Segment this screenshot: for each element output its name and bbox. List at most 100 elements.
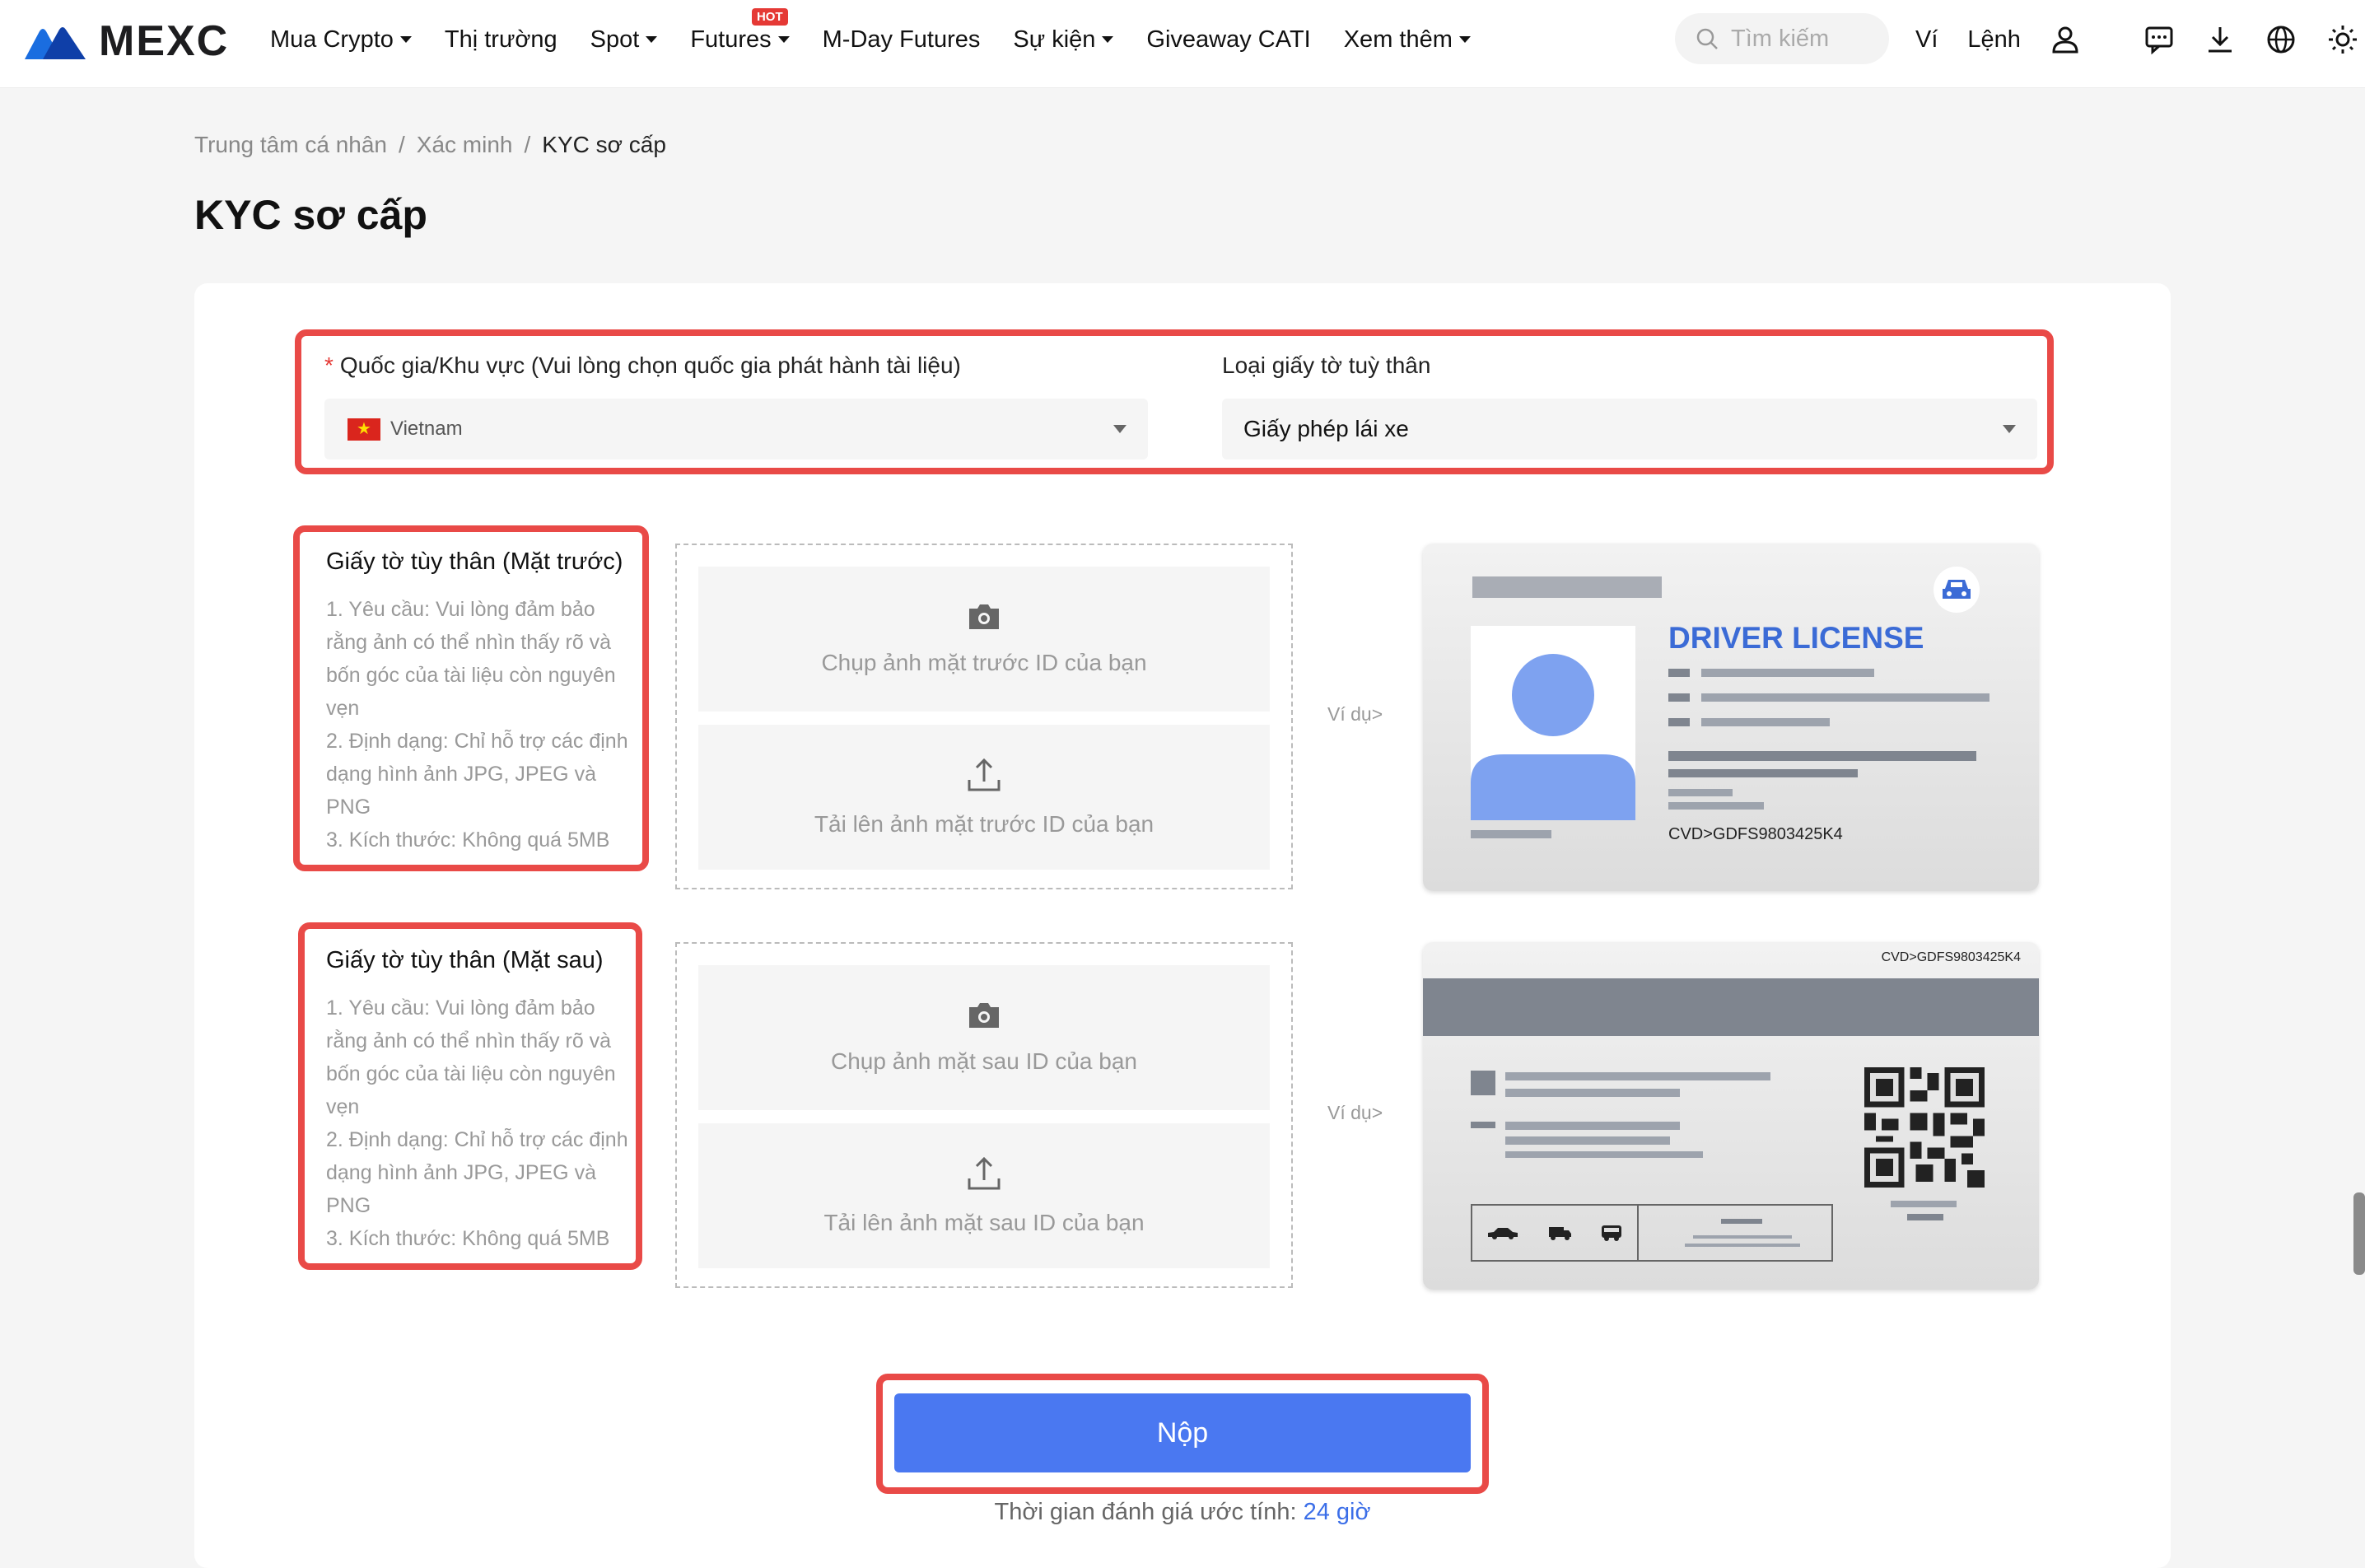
card-line	[1471, 1071, 1495, 1095]
doc-type-value: Giấy phép lái xe	[1243, 416, 1409, 441]
front-upload-button[interactable]: Tải lên ảnh mặt trước ID của bạn	[698, 725, 1270, 870]
estimated-review-time: Thời gian đánh giá ước tính: 24 giờ	[194, 1499, 2171, 1526]
card-line	[1668, 769, 1858, 777]
mexc-logo[interactable]: MEXC	[25, 17, 229, 65]
user-icon[interactable]	[2050, 25, 2080, 54]
back-capture-button[interactable]: Chụp ảnh mặt sau ID của bạn	[698, 965, 1270, 1110]
page-scrollbar[interactable]	[2353, 1192, 2365, 1275]
main-nav: Mua Crypto Thị trường Spot Futures HOT M-…	[270, 0, 1504, 79]
nav-giveaway[interactable]: Giveaway CATI	[1146, 26, 1310, 54]
front-upload-area: Chụp ảnh mặt trước ID của bạn Tải lên ản…	[675, 544, 1293, 889]
card-line	[1891, 1201, 1957, 1207]
page-title: KYC sơ cấp	[194, 192, 427, 238]
card-line	[1505, 1151, 1703, 1158]
wallet-link[interactable]: Ví	[1915, 26, 1938, 54]
card-line	[1668, 789, 1733, 796]
photo-placeholder	[1471, 626, 1635, 820]
nav-label: Giveaway CATI	[1146, 26, 1311, 53]
nav-more[interactable]: Xem thêm	[1344, 26, 1471, 54]
caret-down-icon	[399, 36, 412, 43]
front-upload-label: Tải lên ảnh mặt trước ID của bạn	[814, 811, 1155, 837]
card-line	[1668, 802, 1764, 810]
car-icon	[1488, 1228, 1518, 1239]
card-line	[1471, 830, 1551, 838]
card-line	[1668, 718, 1690, 726]
front-requirements: 1. Yêu cầu: Vui lòng đảm bảo rằng ảnh có…	[326, 598, 628, 852]
nav-label: Thị trường	[444, 26, 557, 53]
download-icon[interactable]	[2205, 25, 2235, 54]
back-upload-area: Chụp ảnh mặt sau ID của bạn Tải lên ảnh …	[675, 942, 1293, 1288]
caret-down-icon	[1102, 36, 1114, 43]
search-box[interactable]: Tìm kiếm	[1675, 13, 1889, 64]
sample-license-front: DRIVER LICENSE CVD>GDFS9803425K4	[1423, 544, 2039, 891]
hot-badge: HOT	[751, 7, 788, 26]
bus-icon	[1602, 1225, 1621, 1241]
nav-markets[interactable]: Thị trường	[445, 26, 557, 54]
card-line	[1693, 1235, 1792, 1239]
mexc-logo-icon	[25, 27, 86, 59]
nav-events[interactable]: Sự kiện	[1013, 26, 1114, 54]
chat-icon[interactable]	[2144, 25, 2174, 54]
kyc-form-panel: * Quốc gia/Khu vực (Vui lòng chọn quốc gi…	[194, 283, 2171, 1568]
card-line	[1701, 718, 1830, 726]
front-title: Giấy tờ tùy thân (Mặt trước)	[326, 548, 623, 575]
front-capture-button[interactable]: Chụp ảnh mặt trước ID của bạn	[698, 567, 1270, 712]
card-line	[1505, 1089, 1680, 1097]
back-example-label[interactable]: Ví dụ>	[1327, 1102, 1383, 1124]
back-title: Giấy tờ tùy thân (Mặt sau)	[326, 947, 604, 973]
submit-button[interactable]: Nộp	[894, 1393, 1471, 1472]
sample-license-back: CVD>GDFS9803425K4	[1423, 942, 2039, 1290]
caret-down-icon	[777, 36, 790, 43]
card-line	[1471, 1122, 1495, 1128]
upload-icon	[968, 1156, 1001, 1190]
card-line	[1668, 751, 1976, 761]
country-select[interactable]: ★ Vietnam	[324, 399, 1148, 460]
orders-link[interactable]: Lệnh	[1967, 26, 2021, 54]
card-line	[1701, 669, 1874, 677]
card-line	[1685, 1244, 1800, 1247]
truck-icon	[1549, 1227, 1571, 1240]
magnetic-stripe	[1423, 978, 2039, 1036]
breadcrumb-verification[interactable]: Xác minh	[417, 132, 513, 158]
card-line	[1505, 1072, 1770, 1080]
country-label-text: Quốc gia/Khu vực (Vui lòng chọn quốc gia…	[339, 352, 961, 378]
top-header: MEXC Mua Crypto Thị trường Spot Futures H…	[0, 0, 2365, 88]
nav-spot[interactable]: Spot	[590, 26, 658, 54]
card-line	[1668, 693, 1690, 702]
license-code: CVD>GDFS9803425K4	[1881, 950, 2021, 964]
nav-buy-crypto[interactable]: Mua Crypto	[270, 26, 412, 54]
nav-label: Sự kiện	[1013, 26, 1096, 53]
nav-mday-futures[interactable]: M-Day Futures	[823, 26, 981, 54]
doc-type-select[interactable]: Giấy phép lái xe	[1222, 399, 2037, 460]
nav-label: Spot	[590, 26, 640, 53]
card-line	[1907, 1214, 1943, 1220]
back-upload-label: Tải lên ảnh mặt sau ID của bạn	[823, 1210, 1145, 1235]
globe-icon[interactable]	[2266, 25, 2296, 54]
breadcrumb-separator: /	[398, 132, 405, 157]
country-label: * Quốc gia/Khu vực (Vui lòng chọn quốc gi…	[324, 352, 961, 379]
nav-futures[interactable]: Futures HOT	[690, 7, 790, 54]
car-icon	[1934, 567, 1980, 613]
vehicle-icons	[1472, 1206, 1639, 1260]
front-capture-label: Chụp ảnh mặt trước ID của bạn	[821, 650, 1147, 675]
eta-value: 24 giờ	[1303, 1499, 1371, 1525]
qr-code-icon	[1864, 1067, 1985, 1188]
caret-down-icon	[646, 36, 658, 43]
header-right: Ví Lệnh	[1915, 0, 2365, 79]
vehicle-class-box	[1471, 1204, 1833, 1262]
front-example-label[interactable]: Ví dụ>	[1327, 703, 1383, 726]
camera-icon	[969, 1003, 999, 1028]
required-mark: *	[324, 352, 334, 378]
breadcrumb: Trung tâm cá nhân / Xác minh / KYC sơ cấ…	[194, 132, 666, 158]
caret-down-icon	[1113, 425, 1127, 433]
back-requirements: 1. Yêu cầu: Vui lòng đảm bảo rằng ảnh có…	[326, 996, 628, 1250]
vietnam-flag-icon: ★	[348, 418, 380, 441]
back-upload-button[interactable]: Tải lên ảnh mặt sau ID của bạn	[698, 1123, 1270, 1268]
person-avatar-icon	[1471, 654, 1635, 820]
eta-prefix: Thời gian đánh giá ước tính:	[994, 1499, 1297, 1525]
search-icon	[1696, 28, 1718, 49]
license-title: DRIVER LICENSE	[1668, 621, 1924, 655]
card-line	[1472, 576, 1662, 598]
sun-icon[interactable]	[2327, 24, 2358, 55]
breadcrumb-personal-center[interactable]: Trung tâm cá nhân	[194, 132, 387, 158]
